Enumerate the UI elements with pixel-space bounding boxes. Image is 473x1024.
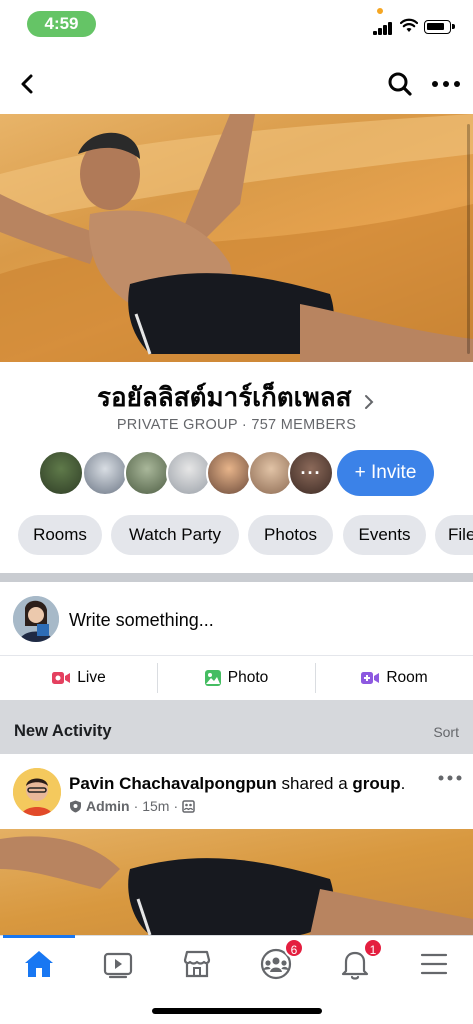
composer-placeholder[interactable]: Write something... [69,610,214,631]
post-punct: . [400,774,406,793]
chip-files-label: Files [448,525,473,544]
cover-photo-illustration [0,114,473,362]
menu-icon [420,953,448,975]
status-bar: 4:59 [0,0,473,46]
watch-video-icon [103,952,133,979]
cover-scrollbar [467,124,470,354]
room-button[interactable]: Room [315,657,473,699]
author-avatar-image [13,768,61,816]
section-divider [0,573,473,582]
status-time: 4:59 [27,11,96,37]
member-avatar[interactable] [124,450,170,496]
post-shared-image[interactable] [0,829,473,935]
group-cover-photo[interactable] [0,114,473,362]
group-audience-icon [182,799,195,813]
group-title-row[interactable]: รอยัลลิสต์มาร์เก็ตเพลส [0,378,473,418]
tab-marketplace[interactable] [177,944,217,984]
tab-home[interactable] [19,944,59,984]
feed-post-header: Pavin Chachavalpongpun shared a group. A… [0,754,473,828]
tab-groups[interactable]: 6 [256,938,304,984]
post-meta: Admin · 15m · [69,798,195,814]
live-label: Live [77,669,106,686]
battery-icon [424,20,455,34]
post-more-icon[interactable] [437,772,463,784]
live-video-icon [52,672,71,684]
back-chevron-icon[interactable] [14,70,42,98]
cellular-signal-icon [373,21,393,35]
room-video-icon [361,672,380,684]
wifi-icon [400,18,418,32]
post-role: Admin [86,798,130,814]
active-tab-indicator [3,935,75,938]
post-author-avatar[interactable] [13,768,61,816]
member-avatar[interactable] [38,450,84,496]
meta-separator: · [173,798,179,814]
home-icon [25,951,53,977]
privacy-indicator-dot [377,8,383,14]
marketplace-icon [183,950,211,978]
post-headline: Pavin Chachavalpongpun shared a group. [69,774,405,794]
more-members-avatar[interactable]: ··· [288,450,334,496]
current-user-avatar-image [13,596,59,642]
tab-notifications[interactable]: 1 [335,938,383,984]
new-activity-title: New Activity [14,722,112,740]
photo-button[interactable]: Photo [157,657,315,699]
chip-photos[interactable]: Photos [248,515,333,555]
post-image-illustration [0,836,473,935]
tab-watch[interactable] [98,944,138,984]
tab-menu[interactable] [414,944,454,984]
meta-separator: · [133,798,139,814]
notifications-badge: 1 [363,938,383,958]
nav-bar [0,56,473,112]
sort-button[interactable]: Sort [433,724,459,740]
new-activity-header: New Activity Sort [0,700,473,754]
chip-rooms[interactable]: Rooms [18,515,102,555]
chip-watch-party[interactable]: Watch Party [111,515,239,555]
more-horizontal-icon[interactable] [430,70,462,98]
photo-label: Photo [227,669,269,686]
home-indicator [152,1008,322,1014]
post-author-name[interactable]: Pavin Chachavalpongpun [69,774,277,793]
live-button[interactable]: Live [0,657,157,699]
more-members-label: ··· [300,462,322,483]
current-user-avatar [13,596,59,642]
chip-files[interactable]: Files [435,515,473,555]
group-privacy-and-members: PRIVATE GROUP · 757 MEMBERS [116,417,357,433]
composer-actions: Live Photo Room [0,657,473,699]
post-time[interactable]: 15m [142,798,169,814]
group-name[interactable]: รอยัลลิสต์มาร์เก็ตเพลส [97,378,351,416]
group-section-chips: Rooms Watch Party Photos Events Files [0,515,473,555]
action-separator [157,663,158,693]
chip-events[interactable]: Events [343,515,426,555]
room-label: Room [386,669,428,686]
post-composer[interactable]: Write something... [0,582,473,656]
admin-shield-icon [70,800,81,812]
post-action-text: shared a [276,774,353,793]
action-separator [315,663,316,693]
invite-button[interactable]: + Invite [337,450,434,496]
search-icon[interactable] [386,70,414,98]
chevron-right-icon [364,394,374,409]
member-avatar[interactable] [206,450,252,496]
member-avatar[interactable] [82,450,128,496]
post-object-link[interactable]: group [352,774,400,793]
photo-icon [204,670,221,686]
groups-badge: 6 [284,938,304,958]
